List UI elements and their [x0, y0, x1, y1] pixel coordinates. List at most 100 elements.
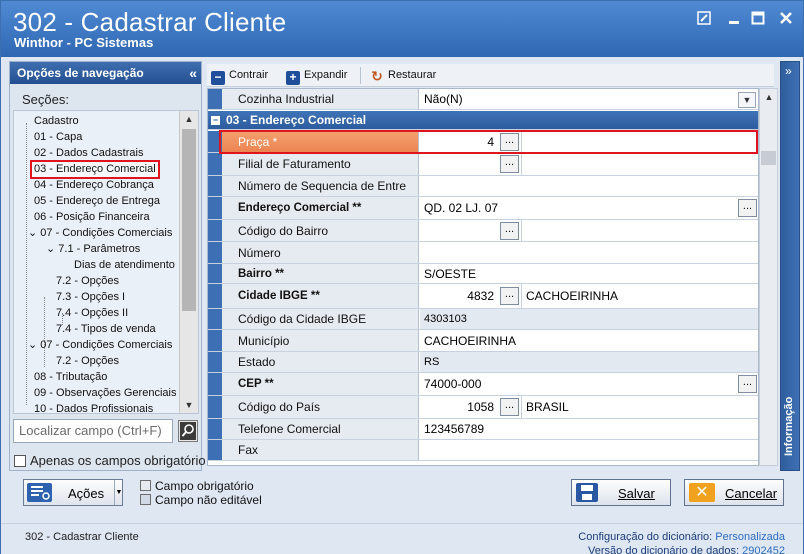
tree-item[interactable]: ⌄ 07 - Condições Comerciais	[28, 226, 172, 241]
dictionary-version-value: 2902452	[742, 545, 785, 554]
row-indent	[208, 396, 222, 418]
lookup-button[interactable]: ...	[738, 375, 757, 393]
grid-scrollbar[interactable]: ▲	[759, 88, 778, 466]
lookup-button[interactable]: ...	[500, 132, 519, 151]
tree-item[interactable]: Dias de atendimento	[74, 258, 175, 273]
tree-item-selected[interactable]: 03 - Endereço Comercial	[30, 160, 160, 179]
row-label: Fax	[222, 440, 419, 460]
tree-item[interactable]: 7.4 - Opções II	[56, 306, 128, 321]
row-value-field[interactable]: 4832... CACHOEIRINHA	[420, 284, 758, 308]
legend-required-label: Campo obrigatório	[155, 479, 254, 493]
row-value-field[interactable]: 4...	[420, 131, 758, 152]
checkbox-box[interactable]	[14, 455, 26, 467]
expand-arrow-icon[interactable]: ⌄	[28, 339, 40, 351]
row-value-field[interactable]	[420, 176, 758, 196]
tree-item[interactable]: 04 - Endereço Cobrança	[34, 178, 154, 193]
tree-item[interactable]: 7.4 - Tipos de venda	[56, 322, 156, 337]
restore-button[interactable]: ↻ Restaurar	[370, 67, 436, 84]
maximize-icon[interactable]	[747, 11, 769, 29]
lookup-button[interactable]: ...	[500, 221, 519, 240]
tree-item[interactable]: 7.2 - Opções	[56, 274, 119, 289]
actions-button[interactable]: Ações ▼	[23, 479, 123, 506]
row-value-field[interactable]: ...	[420, 153, 758, 175]
restore-label: Restaurar	[388, 69, 437, 81]
tree-item[interactable]: Cadastro	[34, 114, 79, 129]
row-indent	[208, 131, 222, 152]
actions-dropdown-icon[interactable]: ▼	[114, 480, 123, 505]
lookup-button[interactable]: ...	[500, 287, 519, 305]
info-panel[interactable]: » Informação	[780, 61, 800, 471]
row-value-field[interactable]: CACHOEIRINHA	[420, 330, 758, 351]
cozinha-industrial-select[interactable]: Não(N) ▼	[420, 89, 758, 109]
edit-window-icon[interactable]	[693, 11, 715, 29]
tree-item[interactable]: ⌄ 07 - Condições Comerciais	[28, 338, 172, 353]
collapse-group-icon[interactable]: −	[211, 116, 220, 125]
tree-connector	[26, 123, 27, 405]
navigation-header: Opções de navegação «	[10, 62, 201, 84]
expand-arrow-icon[interactable]: ⌄	[46, 243, 58, 255]
tree-scroll-thumb[interactable]	[182, 129, 196, 311]
expand-right-icon[interactable]: »	[785, 64, 792, 78]
tree-item[interactable]: 01 - Capa	[34, 130, 82, 145]
lookup-button[interactable]: ...	[500, 155, 519, 173]
tree-item[interactable]: 7.2 - Opções	[56, 354, 119, 369]
tree-item[interactable]: 10 - Dados Profissionais	[34, 402, 153, 413]
tree-item[interactable]: 05 - Endereço de Entrega	[34, 194, 160, 209]
value-code: 4	[487, 134, 494, 149]
grid-row: Código do País 1058... BRASIL	[208, 396, 758, 419]
row-value-field[interactable]: S/OESTE	[420, 264, 758, 283]
group-title: 03 - Endereço Comercial	[226, 113, 367, 127]
row-value-field[interactable]: ...	[420, 220, 758, 241]
grid-scroll-thumb[interactable]	[761, 151, 776, 165]
tree-scrollbar[interactable]: ▲ ▼	[179, 111, 198, 413]
value-text: 4303103	[424, 313, 467, 325]
row-value-field[interactable]: 74000-000...	[420, 373, 758, 395]
dictionary-version: Versão do dicionário de dados: 2902452	[588, 545, 785, 554]
row-value-field[interactable]: 123456789	[420, 419, 758, 439]
tree-item[interactable]: 7.3 - Opções I	[56, 290, 125, 305]
row-value-field[interactable]: 1058... BRASIL	[420, 396, 758, 418]
save-button[interactable]: Salvar	[571, 479, 671, 506]
restore-icon: ↻	[371, 68, 383, 84]
row-label: Código do País	[222, 396, 419, 418]
lookup-button[interactable]: ...	[738, 199, 757, 217]
row-indent	[208, 352, 222, 372]
minimize-icon[interactable]	[723, 11, 745, 29]
group-header[interactable]: − 03 - Endereço Comercial	[208, 111, 758, 130]
section-tree: Cadastro 01 - Capa 02 - Dados Cadastrais…	[13, 110, 199, 414]
cancel-button[interactable]: ✕ Cancelar	[684, 479, 784, 506]
search-button[interactable]	[178, 420, 198, 442]
tree-item[interactable]: 08 - Tributação	[34, 370, 107, 385]
collapse-button[interactable]: − Contrair	[211, 67, 268, 85]
value-description: CACHOEIRINHA	[526, 289, 619, 303]
row-value-field[interactable]	[420, 242, 758, 263]
dictionary-config-value: Personalizada	[715, 531, 785, 543]
scroll-up-icon[interactable]: ▲	[760, 89, 778, 105]
tree-item[interactable]: 06 - Posição Financeira	[34, 210, 150, 225]
grid-row: Fax	[208, 440, 758, 461]
scroll-up-icon[interactable]: ▲	[180, 111, 198, 127]
row-indent	[208, 373, 222, 395]
row-value-field[interactable]: QD. 02 LJ. 07...	[420, 197, 758, 219]
required-only-checkbox[interactable]: Apenas os campos obrigatório	[14, 453, 206, 468]
grid-toolbar: − Contrair + Expandir ↻ Restaurar	[207, 64, 774, 87]
tree-item-label: 7.1 - Parâmetros	[58, 243, 141, 255]
tree-item[interactable]: ⌄ 7.1 - Parâmetros	[46, 242, 140, 257]
grid-row: Número	[208, 242, 758, 264]
collapse-left-icon[interactable]: «	[189, 62, 197, 84]
scroll-down-icon[interactable]: ▼	[180, 397, 198, 413]
expand-button[interactable]: + Expandir	[286, 67, 347, 85]
expand-arrow-icon[interactable]: ⌄	[28, 227, 40, 239]
row-value-field[interactable]	[420, 440, 758, 460]
row-indent	[208, 197, 222, 219]
chevron-down-icon[interactable]: ▼	[738, 92, 756, 108]
sections-label: Seções:	[22, 92, 69, 107]
row-label: Cozinha Industrial	[222, 89, 419, 109]
grid-row: Telefone Comercial 123456789	[208, 419, 758, 440]
value-text: CACHOEIRINHA	[424, 333, 517, 348]
close-icon[interactable]	[775, 11, 797, 29]
tree-item[interactable]: 02 - Dados Cadastrais	[34, 146, 143, 161]
lookup-button[interactable]: ...	[500, 398, 519, 416]
tree-item[interactable]: 09 - Observações Gerenciais	[34, 386, 176, 401]
find-field-input[interactable]: Localizar campo (Ctrl+F)	[13, 419, 173, 443]
